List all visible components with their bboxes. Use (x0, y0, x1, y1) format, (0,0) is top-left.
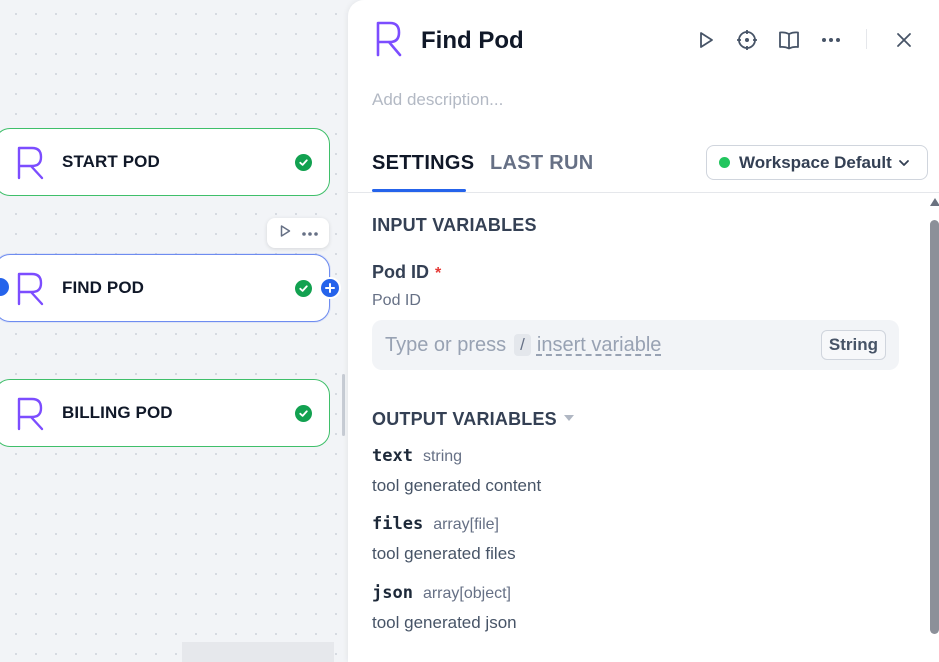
vertical-scrollbar[interactable] (929, 198, 939, 662)
node-find-pod[interactable]: FIND POD (0, 254, 330, 322)
node-detail-panel: Find Pod Add description... SETTINGS LAS… (348, 0, 939, 662)
r-logo-icon (17, 146, 44, 180)
output-type: array[file] (433, 516, 499, 533)
caret-down-icon (563, 415, 574, 422)
output-item: files array[file] tool generated files (372, 514, 516, 563)
output-name: json (372, 583, 413, 603)
pod-id-input[interactable]: Type or press / insert variable String (372, 320, 899, 370)
panel-title[interactable]: Find Pod (421, 27, 524, 55)
output-variables-heading[interactable]: OUTPUT VARIABLES (372, 409, 574, 430)
output-description: tool generated files (372, 544, 516, 563)
output-name: files (372, 514, 424, 534)
header-divider (866, 29, 867, 49)
environment-select[interactable]: Workspace Default (706, 145, 928, 180)
crosshair-icon[interactable] (733, 26, 761, 54)
description-input[interactable]: Add description... (372, 90, 503, 110)
check-circle-icon (295, 405, 312, 422)
more-icon[interactable] (817, 26, 845, 54)
field-label: Pod ID * (372, 262, 441, 283)
field-description: Pod ID (372, 292, 421, 309)
add-node-handle[interactable] (319, 277, 341, 299)
slash-key: / (514, 334, 531, 356)
resize-handle[interactable] (342, 374, 345, 436)
scroll-up-arrow-icon[interactable] (930, 198, 939, 206)
check-circle-icon (295, 280, 312, 297)
active-tab-indicator (372, 189, 466, 192)
node-billing-pod[interactable]: BILLING POD (0, 379, 330, 447)
node-title: BILLING POD (62, 403, 173, 422)
play-icon[interactable] (692, 26, 720, 54)
output-name: text (372, 446, 413, 466)
r-logo-icon (376, 21, 402, 57)
output-description: tool generated content (372, 476, 542, 495)
output-description: tool generated json (372, 613, 517, 632)
required-mark: * (435, 265, 442, 282)
node-title: START POD (62, 152, 160, 171)
type-badge[interactable]: String (820, 330, 886, 360)
output-item: json array[object] tool generated json (372, 583, 517, 632)
book-icon[interactable] (775, 26, 803, 54)
play-icon[interactable] (278, 224, 292, 243)
placeholder-text: Type or press (385, 333, 507, 356)
insert-variable-link[interactable]: insert variable (537, 334, 662, 357)
output-variables-label: OUTPUT VARIABLES (372, 409, 557, 429)
workflow-canvas[interactable]: START POD FIND POD BILLING POD (0, 0, 348, 662)
node-start-pod[interactable]: START POD (0, 128, 330, 196)
node-toolbar (267, 218, 329, 248)
pod-id-label: Pod ID (372, 262, 429, 282)
environment-label: Workspace Default (739, 152, 892, 172)
close-icon[interactable] (890, 26, 918, 54)
chevron-down-icon (898, 159, 909, 166)
r-logo-icon (17, 397, 44, 431)
tab-settings[interactable]: SETTINGS (372, 152, 474, 175)
input-variables-heading: INPUT VARIABLES (372, 215, 537, 235)
node-title: FIND POD (62, 278, 145, 297)
horizontal-scrollbar[interactable] (182, 642, 334, 662)
output-type: string (422, 448, 463, 465)
tab-last-run[interactable]: LAST RUN (490, 152, 594, 175)
status-dot (719, 157, 730, 168)
scrollbar-thumb[interactable] (930, 220, 939, 634)
more-icon[interactable] (301, 224, 319, 242)
check-circle-icon (295, 154, 312, 171)
r-logo-icon (17, 272, 44, 306)
output-type: array[object] (422, 585, 511, 602)
output-item: text string tool generated content (372, 446, 541, 495)
